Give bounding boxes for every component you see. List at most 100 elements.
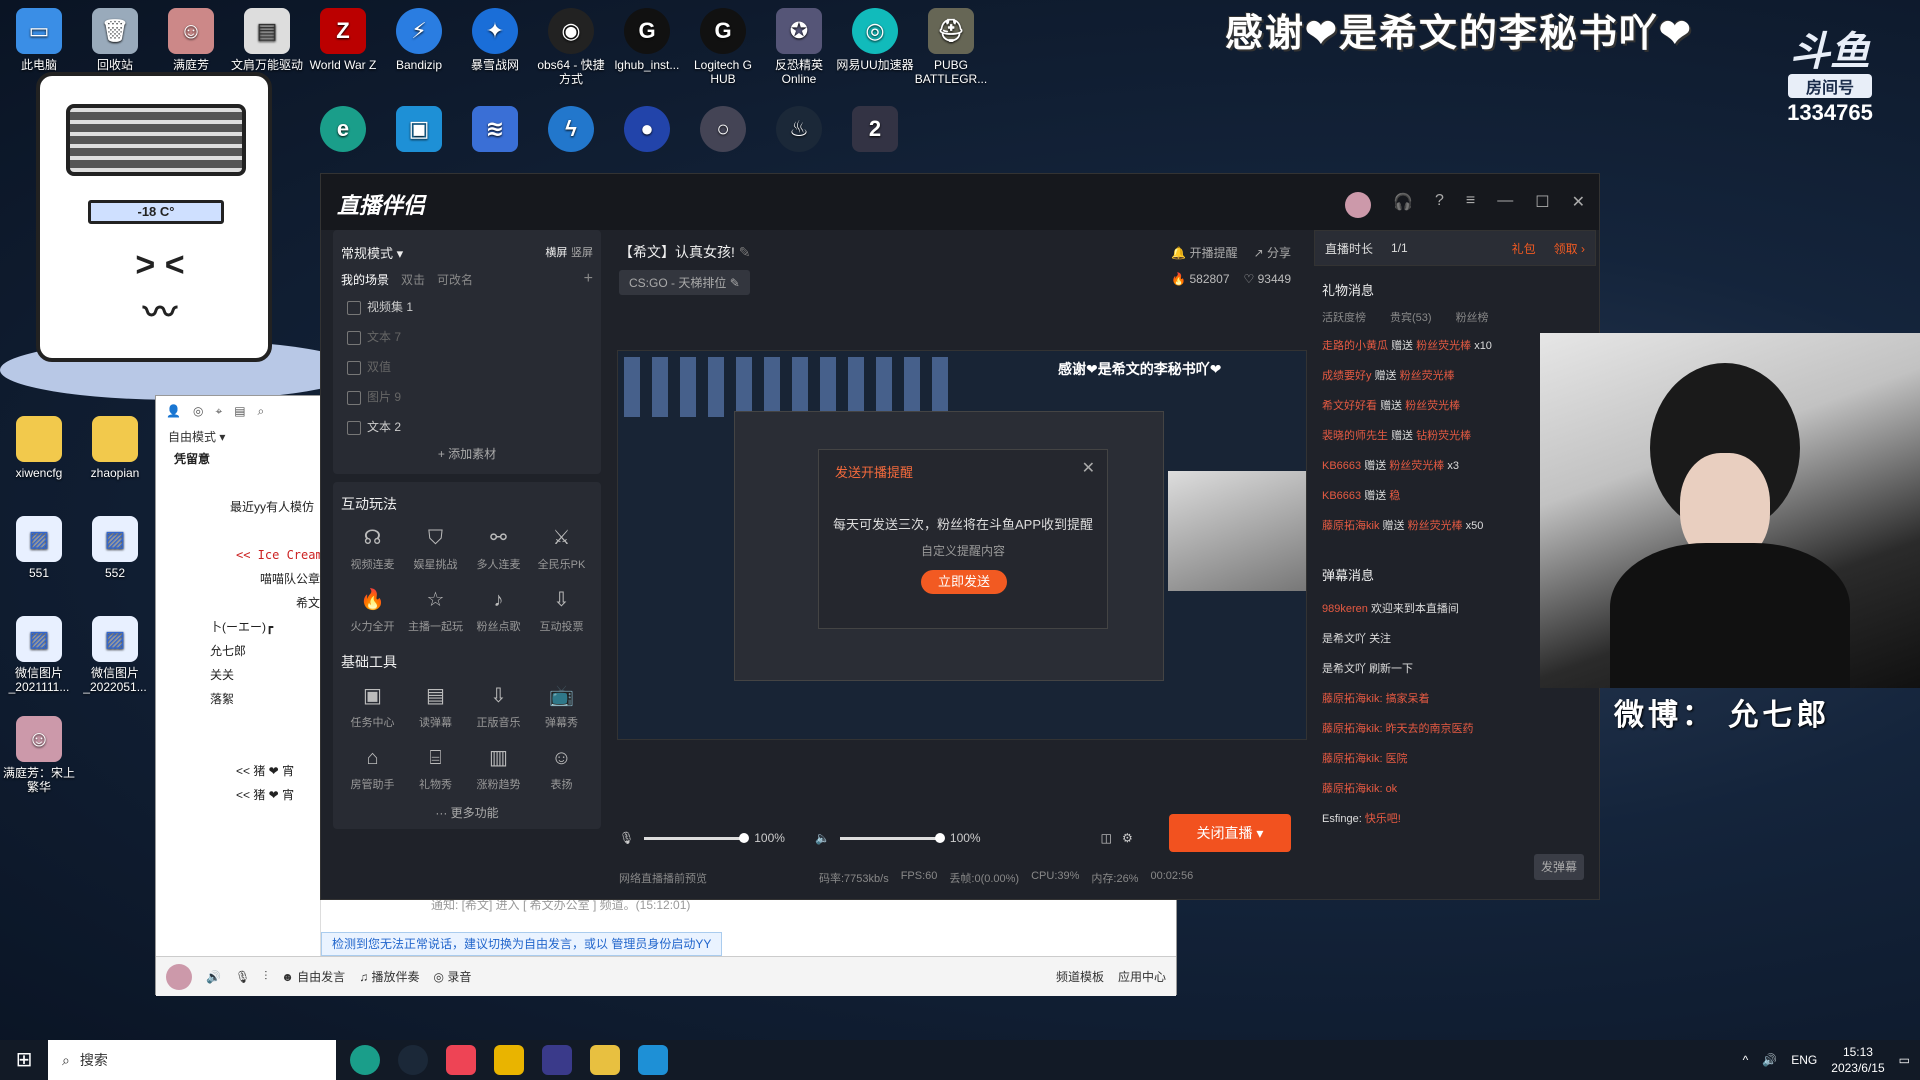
- mic-icon[interactable]: 🎙: [235, 970, 250, 984]
- yy-row[interactable]: 允七郎: [156, 639, 320, 663]
- tab-double-click[interactable]: 双击: [401, 271, 425, 288]
- tool-multi-link[interactable]: ⚯ 多人连麦: [467, 524, 530, 572]
- yy-row[interactable]: 凭留意: [156, 447, 320, 471]
- yy-row[interactable]: 落絮: [156, 687, 320, 711]
- settings-icon[interactable]: ⚙: [1122, 831, 1133, 845]
- source-item[interactable]: 文本 7: [341, 322, 593, 352]
- desktop-icon-driver[interactable]: ▤ 文肩万能驱动: [228, 8, 306, 72]
- close-icon[interactable]: ✕: [1082, 458, 1095, 478]
- portrait-button[interactable]: 竖屏: [571, 247, 593, 259]
- yy-row[interactable]: 喵喵队公章: [156, 567, 320, 591]
- windows-start-icon[interactable]: ⊞: [0, 1040, 48, 1080]
- play-music-button[interactable]: ♫ 播放伴奏: [359, 968, 419, 985]
- desktop-icon-app2[interactable]: ▣: [380, 106, 458, 156]
- list-icon[interactable]: ▤: [234, 404, 245, 418]
- clock[interactable]: 15:13 2023/6/15: [1831, 1044, 1884, 1076]
- avatar[interactable]: [166, 963, 192, 990]
- help-icon[interactable]: ?: [1435, 192, 1444, 218]
- search-icon[interactable]: ⌕: [258, 404, 265, 418]
- tool-pk[interactable]: ⚔ 全民乐PK: [530, 524, 593, 572]
- send-danmu-button[interactable]: 发弹幕: [1534, 854, 1584, 880]
- menu-icon[interactable]: ≡: [1466, 192, 1475, 218]
- edge-icon[interactable]: [350, 1045, 380, 1075]
- tool-play-together[interactable]: ☆ 主播一起玩: [404, 586, 467, 634]
- camera-icon[interactable]: ◫: [1101, 831, 1112, 845]
- yy-row[interactable]: << 猪 ❤ 宵: [156, 783, 320, 807]
- dialog-custom-content[interactable]: 自定义提醒内容: [819, 542, 1107, 559]
- steam-icon[interactable]: [398, 1045, 428, 1075]
- location-icon[interactable]: ⌖: [215, 404, 222, 418]
- tab-rename[interactable]: 可改名: [437, 271, 473, 288]
- desktop-icon-xiwencfg[interactable]: xiwencfg: [0, 416, 78, 480]
- tool-star-challenge[interactable]: ⛉ 娱星挑战: [404, 524, 467, 572]
- yy-row[interactable]: 关关: [156, 663, 320, 687]
- desktop-icon-uu[interactable]: ◎ 网易UU加速器: [836, 8, 914, 72]
- mode-select[interactable]: 常规模式 ▾: [341, 243, 403, 262]
- tab-activity[interactable]: 活跃度榜: [1322, 309, 1366, 325]
- desktop-icon-zhaopian[interactable]: zhaopian: [76, 416, 154, 480]
- yy-row[interactable]: 卜(ーエー)┏: [156, 615, 320, 639]
- yy-row[interactable]: << Ice Cream: [156, 543, 320, 567]
- user-icon[interactable]: 👤: [166, 404, 181, 418]
- desktop-icon-cso[interactable]: ✪ 反恐精英 Online: [760, 8, 838, 86]
- send-now-button[interactable]: 立即发送: [921, 570, 1007, 594]
- voice-icon[interactable]: ◎: [193, 404, 203, 418]
- speaker-volume-slider[interactable]: [839, 832, 945, 843]
- tool-task-center[interactable]: ▣ 任务中心: [341, 682, 404, 730]
- mic-icon[interactable]: 🎙: [619, 831, 634, 845]
- yy-row[interactable]: [156, 711, 320, 735]
- minimize-icon[interactable]: —: [1497, 192, 1513, 218]
- notification-icon[interactable]: ▭: [1899, 1053, 1910, 1067]
- app-icon[interactable]: [638, 1045, 668, 1075]
- end-live-button[interactable]: 关闭直播 ▾: [1169, 814, 1291, 852]
- yy-icon[interactable]: [590, 1045, 620, 1075]
- desktop-icon-app4[interactable]: ϟ: [532, 106, 610, 156]
- close-icon[interactable]: ✕: [1572, 192, 1585, 218]
- desktop-icon-edge[interactable]: e: [304, 106, 382, 156]
- go-live-remind-button[interactable]: 🔔 开播提醒: [1171, 244, 1237, 261]
- desktop-icon-551[interactable]: ▨ 551: [0, 516, 78, 580]
- desktop-icon-bandizip[interactable]: ⚡ Bandizip: [380, 8, 458, 72]
- yy-row[interactable]: 希文: [156, 591, 320, 615]
- tool-room-admin[interactable]: ⌂ 房管助手: [341, 744, 404, 792]
- tool-praise[interactable]: ☺ 表扬: [530, 744, 593, 792]
- desktop-icon-pubg[interactable]: ⛑ PUBG BATTLEGR...: [912, 8, 990, 86]
- tool-read-danmu[interactable]: ▤ 读弹幕: [404, 682, 467, 730]
- desktop-icon-app3[interactable]: ≋: [456, 106, 534, 156]
- channel-template-button[interactable]: 频道模板: [1056, 968, 1104, 985]
- desktop-icon-mtf[interactable]: ☺ 满庭芳：宋上繁华: [0, 716, 78, 794]
- yy-row[interactable]: [156, 519, 320, 543]
- landscape-button[interactable]: 横屏: [545, 247, 567, 259]
- more-features-button[interactable]: ··· 更多功能: [341, 804, 593, 821]
- desktop-icon-this-pc[interactable]: ▭ 此电脑: [0, 8, 78, 72]
- source-item[interactable]: 双值: [341, 352, 593, 382]
- chevron-up-icon[interactable]: ^: [1743, 1053, 1749, 1067]
- add-scene-icon[interactable]: +: [584, 270, 593, 288]
- tool-gift-show[interactable]: ⌸ 礼物秀: [404, 744, 467, 792]
- record-button[interactable]: ◎ 录音: [434, 968, 472, 985]
- desktop-icon-wx1[interactable]: ▨ 微信图片_2021111...: [0, 616, 78, 694]
- tool-song-request[interactable]: ♪ 粉丝点歌: [467, 586, 530, 634]
- desktop-icon-app8[interactable]: 2: [836, 106, 914, 156]
- yy-mode-select[interactable]: 自由模式 ▾: [156, 426, 320, 447]
- source-item[interactable]: 视频集 1: [341, 292, 593, 322]
- maximize-icon[interactable]: ☐: [1535, 192, 1549, 218]
- tool-vote[interactable]: ⇩ 互动投票: [530, 586, 593, 634]
- mic-volume-slider[interactable]: [644, 832, 750, 843]
- desktop-icon-wx2[interactable]: ▨ 微信图片_2022051...: [76, 616, 154, 694]
- source-item[interactable]: 图片 9: [341, 382, 593, 412]
- desktop-icon-obs[interactable]: ◉ obs64 - 快捷方式: [532, 8, 610, 86]
- yy-notice-bar[interactable]: 检测到您无法正常说话，建议切换为自由发言，或以 管理员身份启动YY: [321, 932, 723, 956]
- slider-knob[interactable]: [934, 832, 945, 843]
- desktop-icon-lghub-inst[interactable]: Glghub_inst...: [608, 8, 686, 72]
- desktop-icon-app5[interactable]: ●: [608, 106, 686, 156]
- se-icon[interactable]: [542, 1045, 572, 1075]
- desktop-icon-steam[interactable]: ♨: [760, 106, 838, 156]
- desktop-icon-552[interactable]: ▨ 552: [76, 516, 154, 580]
- bird-icon[interactable]: [494, 1045, 524, 1075]
- slider-knob[interactable]: [739, 832, 750, 843]
- yy-row[interactable]: [156, 471, 320, 495]
- yy-row[interactable]: << 猪 ❤ 宵: [156, 759, 320, 783]
- yy-row[interactable]: 最近yy有人模仿: [156, 495, 320, 519]
- tool-fire[interactable]: 🔥 火力全开: [341, 586, 404, 634]
